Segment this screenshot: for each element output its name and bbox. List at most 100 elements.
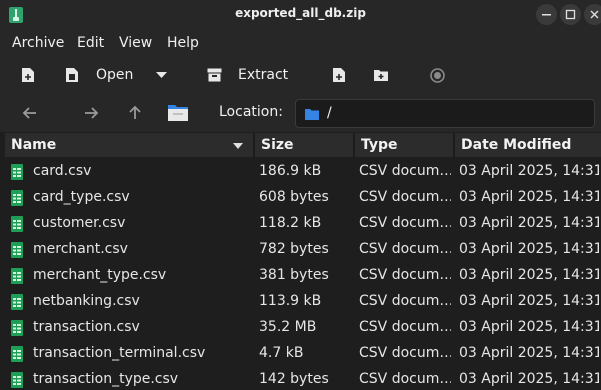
open-button[interactable]: Open [65, 65, 133, 85]
file-name: card_type.csv [33, 189, 130, 205]
spreadsheet-icon [11, 320, 23, 336]
location-path: / [327, 105, 332, 121]
spreadsheet-icon [11, 294, 23, 310]
spreadsheet-icon [11, 216, 23, 232]
new-document-icon [22, 68, 34, 82]
file-type: CSV docum… [359, 345, 451, 361]
file-size: 186.9 kB [259, 163, 322, 179]
file-list: Name Size Type Date Modified card.csv 186… [5, 133, 601, 390]
file-row[interactable]: merchant.csv 782 bytes CSV docum… 03 April … [5, 237, 601, 263]
file-name: transaction_type.csv [33, 371, 179, 387]
file-name: merchant.csv [33, 241, 128, 257]
close-button[interactable] [584, 4, 601, 25]
open-recent-dropdown[interactable] [156, 65, 167, 85]
spreadsheet-icon [11, 372, 23, 388]
file-row[interactable]: card_type.csv 608 bytes CSV docum… 03 April… [5, 185, 601, 211]
file-date: 03 April 2025, 14:31 [459, 189, 599, 205]
column-header-size[interactable]: Size [255, 133, 354, 157]
file-row[interactable]: customer.csv 118.2 kB CSV docum… 03 April 2… [5, 211, 601, 237]
spreadsheet-icon [11, 346, 23, 362]
file-row[interactable]: transaction_type.csv 142 bytes CSV docum… 0… [5, 367, 601, 390]
column-header-type[interactable]: Type [355, 133, 454, 157]
file-name: customer.csv [33, 215, 126, 231]
file-date: 03 April 2025, 14:31 [459, 319, 599, 335]
maximize-button[interactable] [560, 4, 581, 25]
open-archive-icon [66, 68, 78, 82]
column-header-date[interactable]: Date Modified [455, 133, 601, 157]
menu-view[interactable]: View [119, 35, 152, 51]
file-name: card.csv [33, 163, 92, 179]
file-size: 381 bytes [259, 267, 329, 283]
column-header-size-label: Size [261, 137, 294, 153]
file-name: merchant_type.csv [33, 267, 167, 283]
file-type: CSV docum… [359, 293, 451, 309]
file-date: 03 April 2025, 14:31 [459, 345, 599, 361]
window-title: exported_all_db.zip [235, 6, 366, 20]
file-name: transaction.csv [33, 319, 140, 335]
file-type: CSV docum… [359, 267, 451, 283]
file-row[interactable]: netbanking.csv 113.9 kB CSV docum… 03 April… [5, 289, 601, 315]
file-size: 608 bytes [259, 189, 329, 205]
file-date: 03 April 2025, 14:31 [459, 241, 599, 257]
location-field[interactable]: / [295, 99, 595, 128]
home-folder-icon[interactable] [167, 102, 189, 122]
menu-bar: Archive Edit View Help [0, 30, 601, 57]
menu-archive[interactable]: Archive [12, 35, 64, 51]
minimize-button[interactable] [536, 4, 557, 25]
file-size: 35.2 MB [259, 319, 317, 335]
title-bar: exported_all_db.zip [0, 0, 601, 30]
stop-button[interactable] [430, 65, 445, 85]
file-row[interactable]: transaction.csv 35.2 MB CSV docum… 03 April… [5, 315, 601, 341]
file-size: 118.2 kB [259, 215, 322, 231]
file-date: 03 April 2025, 14:31 [459, 163, 599, 179]
file-name: transaction_terminal.csv [33, 345, 206, 361]
file-type: CSV docum… [359, 319, 451, 335]
back-arrow-icon[interactable] [21, 104, 39, 122]
file-size: 782 bytes [259, 241, 329, 257]
file-date: 03 April 2025, 14:31 [459, 293, 599, 309]
minimize-icon [542, 14, 551, 16]
forward-arrow-icon[interactable] [82, 104, 100, 122]
file-type: CSV docum… [359, 215, 451, 231]
column-header-type-label: Type [361, 137, 398, 153]
file-row[interactable]: transaction_terminal.csv 4.7 kB CSV docum…… [5, 341, 601, 367]
add-folder-icon [374, 70, 388, 81]
file-date: 03 April 2025, 14:31 [459, 371, 599, 387]
menu-edit[interactable]: Edit [77, 35, 104, 51]
extract-icon [207, 68, 222, 82]
add-files-button[interactable] [332, 65, 346, 85]
file-size: 142 bytes [259, 371, 329, 387]
toolbar: Open Extract [0, 57, 601, 95]
spreadsheet-icon [11, 242, 23, 258]
file-name: netbanking.csv [33, 293, 140, 309]
file-row[interactable]: merchant_type.csv 381 bytes CSV docum… 03 A… [5, 263, 601, 289]
add-file-icon [333, 68, 345, 82]
chevron-down-icon [156, 72, 167, 78]
stop-icon [430, 67, 445, 83]
sort-descending-icon [233, 143, 243, 149]
file-type: CSV docum… [359, 241, 451, 257]
column-header-date-label: Date Modified [461, 137, 572, 153]
new-archive-button[interactable] [21, 65, 35, 85]
file-list-header: Name Size Type Date Modified [5, 133, 601, 157]
file-date: 03 April 2025, 14:31 [459, 215, 599, 231]
add-folder-button[interactable] [373, 65, 389, 85]
location-label: Location: [219, 104, 283, 120]
up-arrow-icon[interactable] [126, 104, 144, 122]
file-type: CSV docum… [359, 371, 451, 387]
file-date: 03 April 2025, 14:31 [459, 267, 599, 283]
file-size: 4.7 kB [259, 345, 304, 361]
maximize-icon [565, 9, 576, 20]
open-label: Open [96, 67, 134, 83]
extract-label: Extract [238, 67, 289, 83]
close-icon [590, 10, 599, 19]
file-size: 113.9 kB [259, 293, 322, 309]
file-type: CSV docum… [359, 163, 451, 179]
spreadsheet-icon [11, 268, 23, 284]
menu-help[interactable]: Help [167, 35, 199, 51]
extract-button[interactable]: Extract [207, 65, 288, 85]
file-type: CSV docum… [359, 189, 451, 205]
file-row[interactable]: card.csv 186.9 kB CSV docum… 03 April 2025,… [5, 159, 601, 185]
folder-icon [305, 109, 319, 120]
column-header-name[interactable]: Name [5, 133, 254, 157]
